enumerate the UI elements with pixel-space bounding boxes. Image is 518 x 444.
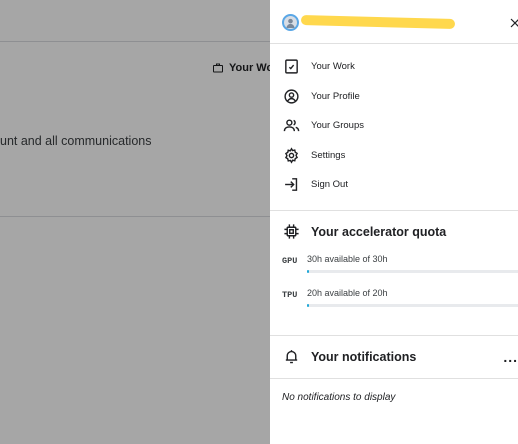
menu-item-sign-out[interactable]: Sign Out (270, 170, 518, 200)
notifications-empty-message: No notifications to display (282, 391, 396, 403)
profile-circle-icon (282, 87, 300, 105)
quota-label: TPU (282, 289, 298, 300)
menu-item-label: Your Profile (311, 90, 360, 102)
quota-progress-fill (307, 269, 310, 273)
notifications-title: Your notifications (311, 349, 417, 364)
menu-item-your-groups[interactable]: Your Groups (270, 111, 518, 141)
close-icon (510, 18, 518, 28)
account-drawer: Your Work Your Profile Your Groups Setti… (270, 0, 518, 444)
menu-item-label: Your Groups (311, 120, 364, 132)
menu-item-settings[interactable]: Settings (270, 141, 518, 171)
quota-title: Your accelerator quota (311, 224, 447, 239)
quota-progress-fill (307, 303, 310, 307)
drawer-header (270, 0, 518, 44)
menu-item-label: Sign Out (311, 179, 348, 191)
groups-icon (282, 117, 300, 135)
more-options-button[interactable]: ... (503, 349, 518, 365)
close-button[interactable] (505, 13, 518, 33)
quota-progress-track (307, 269, 518, 273)
menu-item-label: Settings (311, 149, 346, 161)
quota-gpu: GPU 30h available of 30h (270, 253, 518, 287)
quota-label: GPU (282, 255, 298, 266)
redaction-mark (300, 14, 456, 30)
notifications-section-header: Your notifications ... (270, 336, 518, 378)
account-menu: Your Work Your Profile Your Groups Setti… (270, 44, 518, 200)
quota-progress-track (307, 303, 518, 307)
menu-item-your-work[interactable]: Your Work (270, 52, 518, 82)
quota-text: 30h available of 30h (307, 253, 388, 264)
menu-item-label: Your Work (311, 61, 355, 73)
clipboard-icon (282, 58, 300, 76)
menu-item-your-profile[interactable]: Your Profile (270, 82, 518, 112)
quota-text: 20h available of 20h (307, 287, 388, 298)
quota-tpu: TPU 20h available of 20h (270, 287, 518, 321)
quota-section-header: Your accelerator quota (270, 211, 518, 253)
avatar[interactable] (282, 14, 299, 31)
chip-icon (282, 223, 300, 241)
bell-icon (282, 348, 300, 366)
user-avatar-icon (286, 18, 295, 28)
sign-out-icon (282, 176, 300, 194)
gear-icon (282, 146, 300, 164)
